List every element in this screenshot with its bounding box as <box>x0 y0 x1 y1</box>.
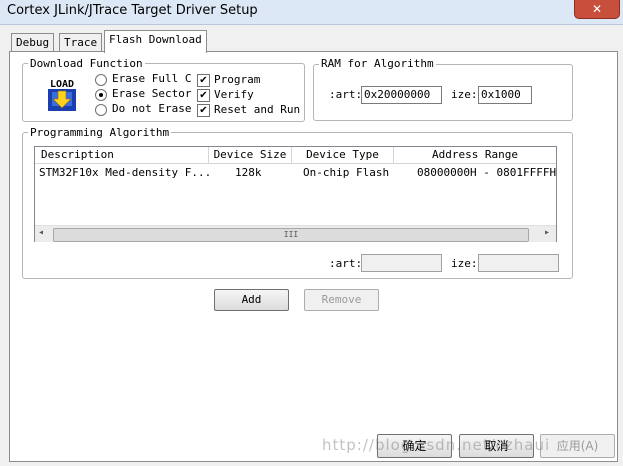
column-device-type[interactable]: Device Type <box>292 147 394 164</box>
add-button[interactable]: Add <box>214 289 289 311</box>
title-bar: Cortex JLink/JTrace Target Driver Setup … <box>0 0 623 25</box>
verify-label: Verify <box>214 88 254 101</box>
horizontal-scrollbar[interactable]: ◂ III ▸ <box>35 225 556 242</box>
program-label: Program <box>214 73 261 86</box>
erase-sector-label: Erase Sector <box>112 87 192 100</box>
download-function-label: Download Function <box>28 57 145 70</box>
column-description[interactable]: Description <box>35 147 209 164</box>
tab-debug[interactable]: Debug <box>11 33 55 52</box>
apply-button[interactable]: 应用(A) <box>540 434 615 458</box>
program-checkbox[interactable]: ✔ <box>197 74 210 87</box>
scroll-right-icon[interactable]: ▸ <box>544 227 550 238</box>
ram-start-label: :art: <box>329 88 363 101</box>
remove-button[interactable]: Remove <box>304 289 379 311</box>
row-description[interactable]: STM32F10x Med-density F... <box>39 166 211 179</box>
programming-algorithm-label: Programming Algorithm <box>28 126 172 139</box>
verify-checkbox[interactable]: ✔ <box>197 89 210 102</box>
do-not-erase-radio[interactable] <box>95 104 107 116</box>
algo-size-label: ize: <box>451 257 478 270</box>
scroll-thumb[interactable]: III <box>53 228 529 242</box>
ram-size-label: ize: <box>451 88 478 101</box>
ram-size-input[interactable]: 0x1000 <box>478 86 532 104</box>
reset-and-run-checkbox[interactable]: ✔ <box>197 104 210 117</box>
scroll-left-icon[interactable]: ◂ <box>38 227 44 238</box>
row-device-size[interactable]: 128k <box>235 166 262 179</box>
ram-for-algorithm-label: RAM for Algorithm <box>319 57 436 70</box>
row-address-range[interactable]: 08000000H - 0801FFFFH <box>417 166 556 179</box>
erase-full-chip-radio[interactable] <box>95 74 107 86</box>
load-icon: LOAD <box>44 77 80 113</box>
window-title: Cortex JLink/JTrace Target Driver Setup <box>7 3 258 18</box>
column-device-size[interactable]: Device Size <box>209 147 292 164</box>
reset-and-run-label: Reset and Run <box>214 103 301 116</box>
do-not-erase-label: Do not Erase <box>112 102 192 115</box>
algo-start-input[interactable] <box>361 254 442 272</box>
ram-start-input[interactable]: 0x20000000 <box>361 86 442 104</box>
load-icon-text: LOAD <box>50 79 74 90</box>
erase-sector-radio[interactable] <box>95 89 107 101</box>
erase-full-chip-label: Erase Full C <box>112 72 192 85</box>
algo-size-input[interactable] <box>478 254 559 272</box>
watermark: http://blog.csdn.net/czhaui <box>322 436 551 454</box>
close-button[interactable]: ✕ <box>574 0 620 19</box>
algorithm-list[interactable]: Description Device Size Device Type Addr… <box>34 146 557 242</box>
algo-start-label: :art: <box>329 257 363 270</box>
column-address-range[interactable]: Address Range <box>394 147 556 164</box>
row-device-type[interactable]: On-chip Flash <box>303 166 389 179</box>
tab-flash-download[interactable]: Flash Download <box>104 30 207 53</box>
tab-trace[interactable]: Trace <box>59 33 103 52</box>
